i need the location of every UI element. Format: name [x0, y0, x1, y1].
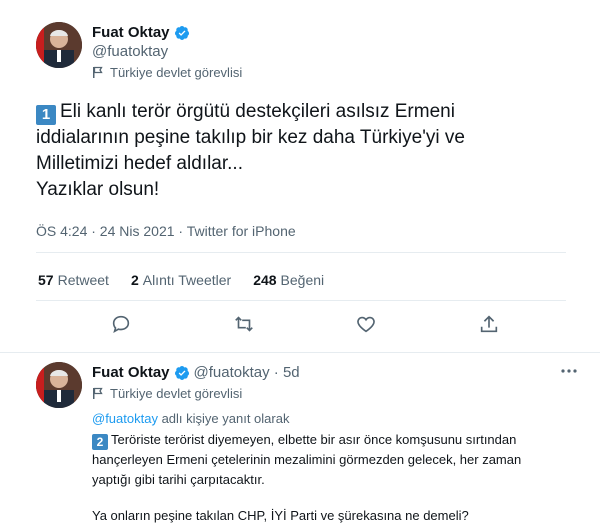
tweet-line-3: Milletimizi hedef aldılar... — [36, 153, 243, 174]
reply-line-1: Teröriste terörist diyemeyen, elbette bi… — [111, 432, 517, 447]
reply-icon[interactable] — [110, 313, 132, 335]
author-name[interactable]: Fuat Oktay — [92, 24, 170, 41]
author-avatar[interactable] — [36, 22, 82, 68]
retweet-count-link[interactable]: 57 Retweet — [38, 272, 109, 288]
divider — [0, 352, 600, 353]
reply-author-row: Fuat Oktay @fuatoktay · 5d — [92, 364, 300, 381]
reply-tweet-body: 2 Teröriste terörist diyemeyen, elbette b… — [92, 430, 592, 526]
author-name-row: Fuat Oktay — [92, 24, 190, 41]
reply-government-label-text: Türkiye devlet görevlisi — [110, 386, 243, 401]
divider — [36, 252, 566, 253]
share-icon[interactable] — [478, 313, 500, 335]
action-bar — [60, 313, 550, 335]
author-handle[interactable]: @fuatoktay — [92, 43, 168, 60]
flag-icon — [93, 66, 103, 78]
retweet-icon[interactable] — [233, 313, 255, 335]
reply-line-2: hançerleyen Ermeni çetelerinin mezalimin… — [92, 452, 522, 467]
reply-author-handle[interactable]: @fuatoktay · 5d — [194, 364, 300, 381]
reply-line-4: Ya onların peşine takılan CHP, İYİ Parti… — [92, 508, 469, 523]
reply-author-name[interactable]: Fuat Oktay — [92, 364, 170, 381]
reply-to-text: adlı kişiye yanıt olarak — [157, 411, 290, 426]
reply-author-avatar[interactable] — [36, 362, 82, 408]
keycap-number-badge: 2 — [92, 434, 108, 450]
reply-to-line: @fuatoktay adlı kişiye yanıt olarak — [92, 409, 582, 429]
reply-to-handle-link[interactable]: @fuatoktay — [92, 411, 158, 426]
tweet-timestamp[interactable]: ÖS 4:24 · 24 Nis 2021 · Twitter for iPho… — [36, 223, 296, 239]
tweet-line-4: Yazıklar olsun! — [36, 179, 160, 200]
government-label: Türkiye devlet görevlisi — [92, 65, 242, 80]
government-label-text: Türkiye devlet görevlisi — [110, 65, 243, 80]
tweet-line-1: Eli kanlı terör örgütü destekçileri asıl… — [60, 101, 455, 122]
heart-icon[interactable] — [355, 313, 377, 335]
reply-line-3: yaptığı gibi tarihi çarpıtacaktır. — [92, 472, 265, 487]
engagement-stats: 57 Retweet 2 Alıntı Tweetler 248 Beğeni — [38, 272, 324, 288]
like-count-link[interactable]: 248 Beğeni — [253, 272, 324, 288]
reply-government-label: Türkiye devlet görevlisi — [92, 386, 242, 401]
quote-count-link[interactable]: 2 Alıntı Tweetler — [131, 272, 231, 288]
flag-icon — [93, 387, 103, 399]
tweet-line-2: iddialarının peşine takılıp bir kez daha… — [36, 127, 465, 148]
verified-badge-icon — [174, 25, 189, 40]
verified-badge-icon — [174, 365, 189, 380]
more-icon[interactable] — [560, 362, 578, 385]
divider — [36, 300, 566, 301]
tweet-body: 1 Eli kanlı terör örgütü destekçileri ası… — [36, 99, 576, 203]
keycap-number-badge: 1 — [36, 105, 56, 125]
